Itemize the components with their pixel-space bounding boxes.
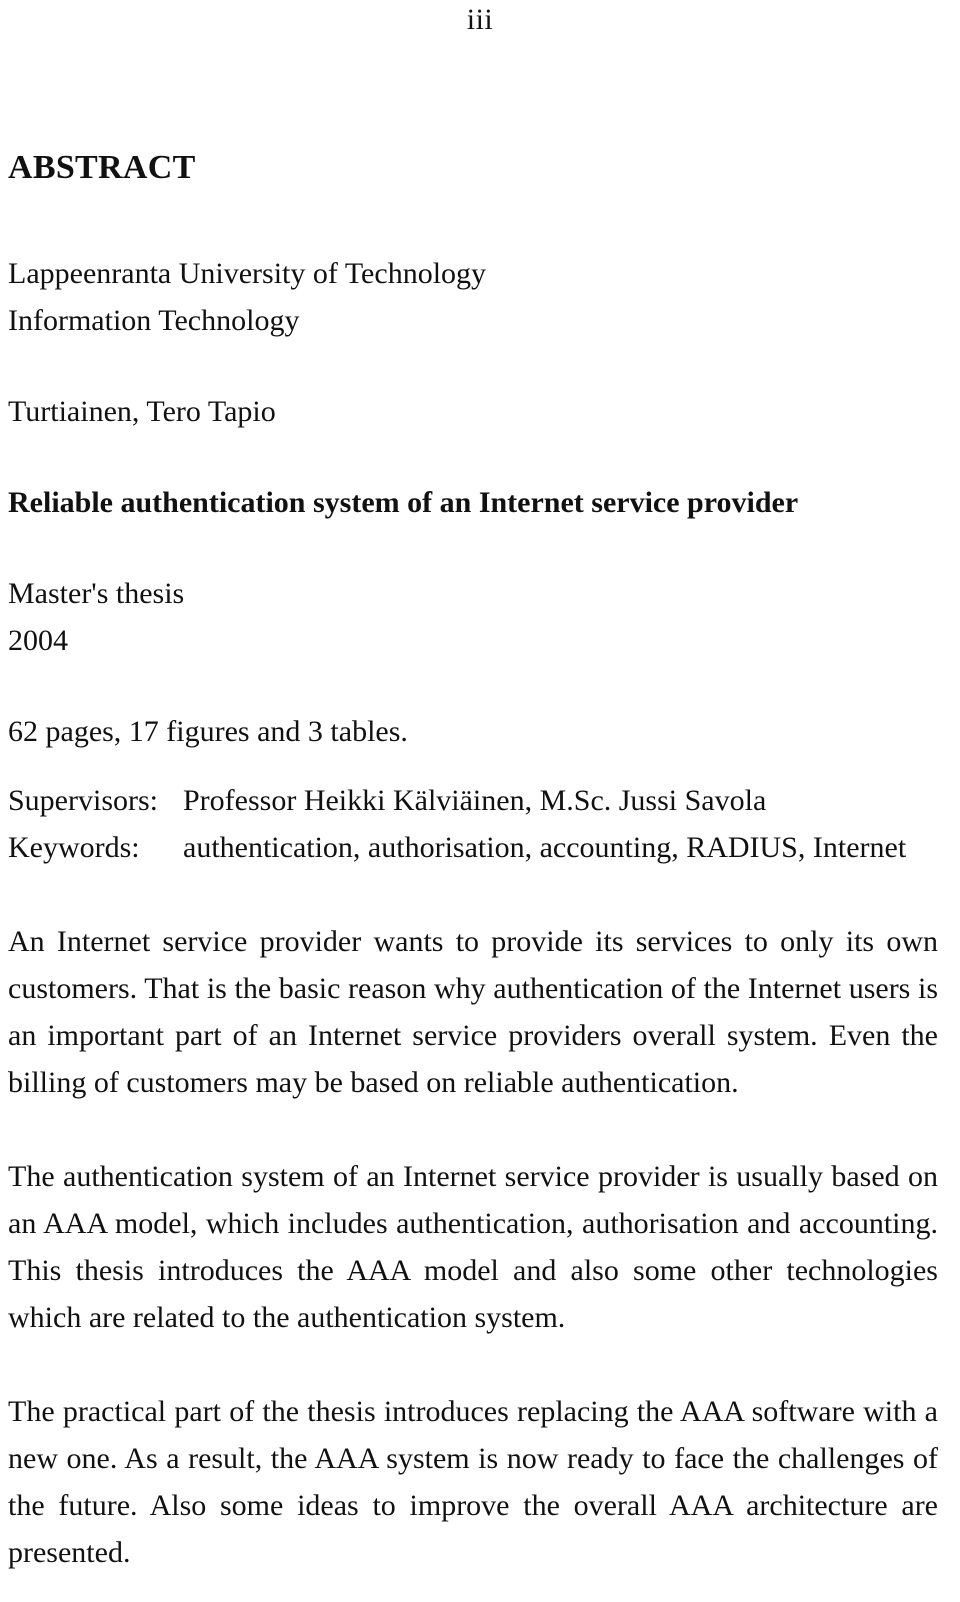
- author-line: Turtiainen, Tero Tapio: [8, 395, 276, 428]
- table-row: Keywords: authentication, authorisation,…: [8, 824, 938, 871]
- thesis-type-line: Master's thesis: [8, 577, 185, 610]
- supervisors-value: Professor Heikki Kälviäinen, M.Sc. Jussi…: [183, 784, 767, 817]
- abstract-paragraph-3: The practical part of the thesis introdu…: [8, 1395, 938, 1569]
- metadata-table: Supervisors: Professor Heikki Kälviäinen…: [8, 777, 938, 871]
- supervisors-label: Supervisors:: [8, 784, 158, 817]
- paragraph-gap-2: [8, 1341, 938, 1388]
- document-page: iii ABSTRACT Lappeenranta University of …: [0, 0, 960, 1602]
- abstract-paragraph-2: The authentication system of an Internet…: [8, 1160, 938, 1334]
- paragraph-gap-1: [8, 1106, 938, 1153]
- keywords-label: Keywords:: [8, 831, 140, 864]
- page-number: iii: [466, 3, 494, 36]
- department-line: Information Technology: [8, 304, 300, 337]
- abstract-paragraph-1: An Internet service provider wants to pr…: [8, 925, 938, 1099]
- spacer-after-heading: [8, 190, 938, 250]
- thesis-extent-line: 62 pages, 17 figures and 3 tables.: [8, 715, 408, 748]
- spacer-before-body: [8, 871, 938, 918]
- spacer-after-extent: [8, 755, 938, 777]
- spacer-after-department: [8, 344, 938, 388]
- spacer-after-author: [8, 435, 938, 479]
- page-title: ABSTRACT: [8, 149, 196, 186]
- thesis-title-line: Reliable authentication system of an Int…: [8, 486, 799, 519]
- spacer-after-title: [8, 526, 938, 570]
- university-line: Lappeenranta University of Technology: [8, 257, 487, 290]
- keywords-value: authentication, authorisation, accountin…: [183, 831, 907, 864]
- thesis-year-line: 2004: [8, 624, 68, 657]
- abstract-content: ABSTRACT Lappeenranta University of Tech…: [8, 146, 938, 1576]
- spacer-after-year: [8, 664, 938, 708]
- table-row: Supervisors: Professor Heikki Kälviäinen…: [8, 777, 938, 824]
